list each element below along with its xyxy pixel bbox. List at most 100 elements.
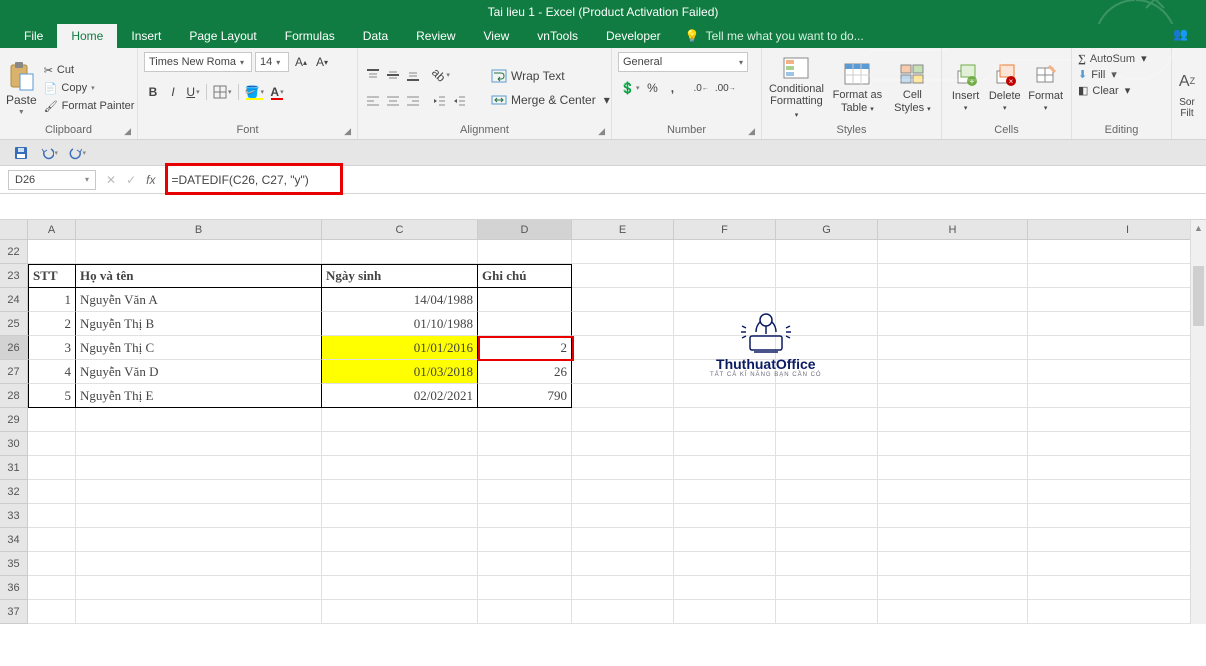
cell[interactable]: [322, 528, 478, 552]
align-middle-button[interactable]: [384, 65, 402, 85]
cell[interactable]: [478, 504, 572, 528]
cell[interactable]: 2: [28, 312, 76, 336]
rowhdr-24[interactable]: 24: [0, 288, 28, 312]
rowhdr-23[interactable]: 23: [0, 264, 28, 288]
cell[interactable]: [76, 408, 322, 432]
align-right-button[interactable]: [404, 91, 422, 111]
cell[interactable]: [322, 240, 478, 264]
cell[interactable]: [478, 480, 572, 504]
cell[interactable]: [28, 432, 76, 456]
underline-button[interactable]: U▾: [184, 82, 202, 102]
merge-center-button[interactable]: Merge & Center▾: [488, 92, 613, 108]
cell[interactable]: [878, 312, 1028, 336]
cut-button[interactable]: ✂Cut: [41, 63, 138, 78]
cell[interactable]: [572, 288, 674, 312]
cell[interactable]: [76, 456, 322, 480]
cell[interactable]: [878, 408, 1028, 432]
cell[interactable]: [1028, 384, 1206, 408]
colhdr-I[interactable]: I: [1028, 220, 1206, 240]
cell[interactable]: [1028, 480, 1206, 504]
cell[interactable]: [572, 312, 674, 336]
cell[interactable]: [776, 576, 878, 600]
fill-color-button[interactable]: 🪣▾: [243, 82, 266, 102]
cell[interactable]: [878, 384, 1028, 408]
cell[interactable]: [1028, 600, 1206, 624]
bold-button[interactable]: B: [144, 82, 162, 102]
cell[interactable]: [776, 528, 878, 552]
rowhdr-22[interactable]: 22: [0, 240, 28, 264]
cell[interactable]: [674, 240, 776, 264]
cell[interactable]: 5: [28, 384, 76, 408]
cell[interactable]: [572, 384, 674, 408]
autosum-button[interactable]: ∑AutoSum▾: [1078, 52, 1147, 65]
rowhdr-26[interactable]: 26: [0, 336, 28, 360]
cell[interactable]: [28, 576, 76, 600]
cell[interactable]: [76, 576, 322, 600]
cell[interactable]: [28, 456, 76, 480]
cell[interactable]: [1028, 288, 1206, 312]
cell[interactable]: [1028, 528, 1206, 552]
name-box[interactable]: D26▾: [8, 170, 96, 190]
cell[interactable]: Nguyễn Thị B: [76, 312, 322, 336]
select-all-corner[interactable]: [0, 220, 28, 240]
cancel-formula-button[interactable]: ✕: [106, 173, 116, 187]
undo-button[interactable]: ▾: [40, 144, 58, 162]
comma-button[interactable]: ,: [663, 78, 681, 98]
format-cells-button[interactable]: Format▾: [1026, 63, 1065, 113]
tab-review[interactable]: Review: [402, 24, 469, 48]
colhdr-E[interactable]: E: [572, 220, 674, 240]
cell[interactable]: 2: [478, 336, 572, 360]
wrap-text-button[interactable]: Wrap Text: [488, 68, 613, 84]
cell[interactable]: [572, 264, 674, 288]
format-painter-button[interactable]: 🖌Format Painter: [41, 99, 138, 114]
rowhdr-35[interactable]: 35: [0, 552, 28, 576]
decrease-font-button[interactable]: A▾: [313, 52, 331, 72]
cell[interactable]: [776, 408, 878, 432]
tab-data[interactable]: Data: [349, 24, 402, 48]
font-launcher[interactable]: ◢: [344, 126, 351, 137]
cell[interactable]: [76, 528, 322, 552]
cell[interactable]: [878, 600, 1028, 624]
rowhdr-34[interactable]: 34: [0, 528, 28, 552]
cell[interactable]: [572, 360, 674, 384]
cell[interactable]: [478, 312, 572, 336]
cell[interactable]: 02/02/2021: [322, 384, 478, 408]
cell[interactable]: [478, 432, 572, 456]
percent-button[interactable]: %: [643, 78, 661, 98]
increase-font-button[interactable]: A▴: [292, 52, 310, 72]
cell[interactable]: [478, 456, 572, 480]
rowhdr-33[interactable]: 33: [0, 504, 28, 528]
cell[interactable]: [322, 480, 478, 504]
redo-button[interactable]: ▾: [68, 144, 86, 162]
cell[interactable]: [776, 384, 878, 408]
cell[interactable]: [572, 432, 674, 456]
number-format-combo[interactable]: General▾: [618, 52, 748, 72]
rowhdr-28[interactable]: 28: [0, 384, 28, 408]
cell[interactable]: 1: [28, 288, 76, 312]
cell[interactable]: [674, 456, 776, 480]
font-size-combo[interactable]: 14▾: [255, 52, 289, 72]
cell[interactable]: [878, 456, 1028, 480]
cell[interactable]: [878, 552, 1028, 576]
cell[interactable]: [1028, 336, 1206, 360]
tab-vntools[interactable]: vnTools: [523, 24, 592, 48]
cell[interactable]: STT: [28, 264, 76, 288]
clipboard-launcher[interactable]: ◢: [124, 126, 131, 137]
align-left-button[interactable]: [364, 91, 382, 111]
cell[interactable]: [878, 288, 1028, 312]
tab-page-layout[interactable]: Page Layout: [175, 24, 270, 48]
cell[interactable]: [674, 504, 776, 528]
cell[interactable]: [478, 528, 572, 552]
decrease-indent-button[interactable]: [430, 91, 448, 111]
cell[interactable]: [28, 600, 76, 624]
cell[interactable]: [572, 552, 674, 576]
cell[interactable]: [674, 432, 776, 456]
cell[interactable]: 01/01/2016: [322, 336, 478, 360]
cell[interactable]: [878, 360, 1028, 384]
font-color-button[interactable]: A▾: [268, 82, 286, 102]
cell[interactable]: [674, 576, 776, 600]
cell[interactable]: [878, 432, 1028, 456]
rowhdr-32[interactable]: 32: [0, 480, 28, 504]
colhdr-G[interactable]: G: [776, 220, 878, 240]
cell[interactable]: [322, 576, 478, 600]
